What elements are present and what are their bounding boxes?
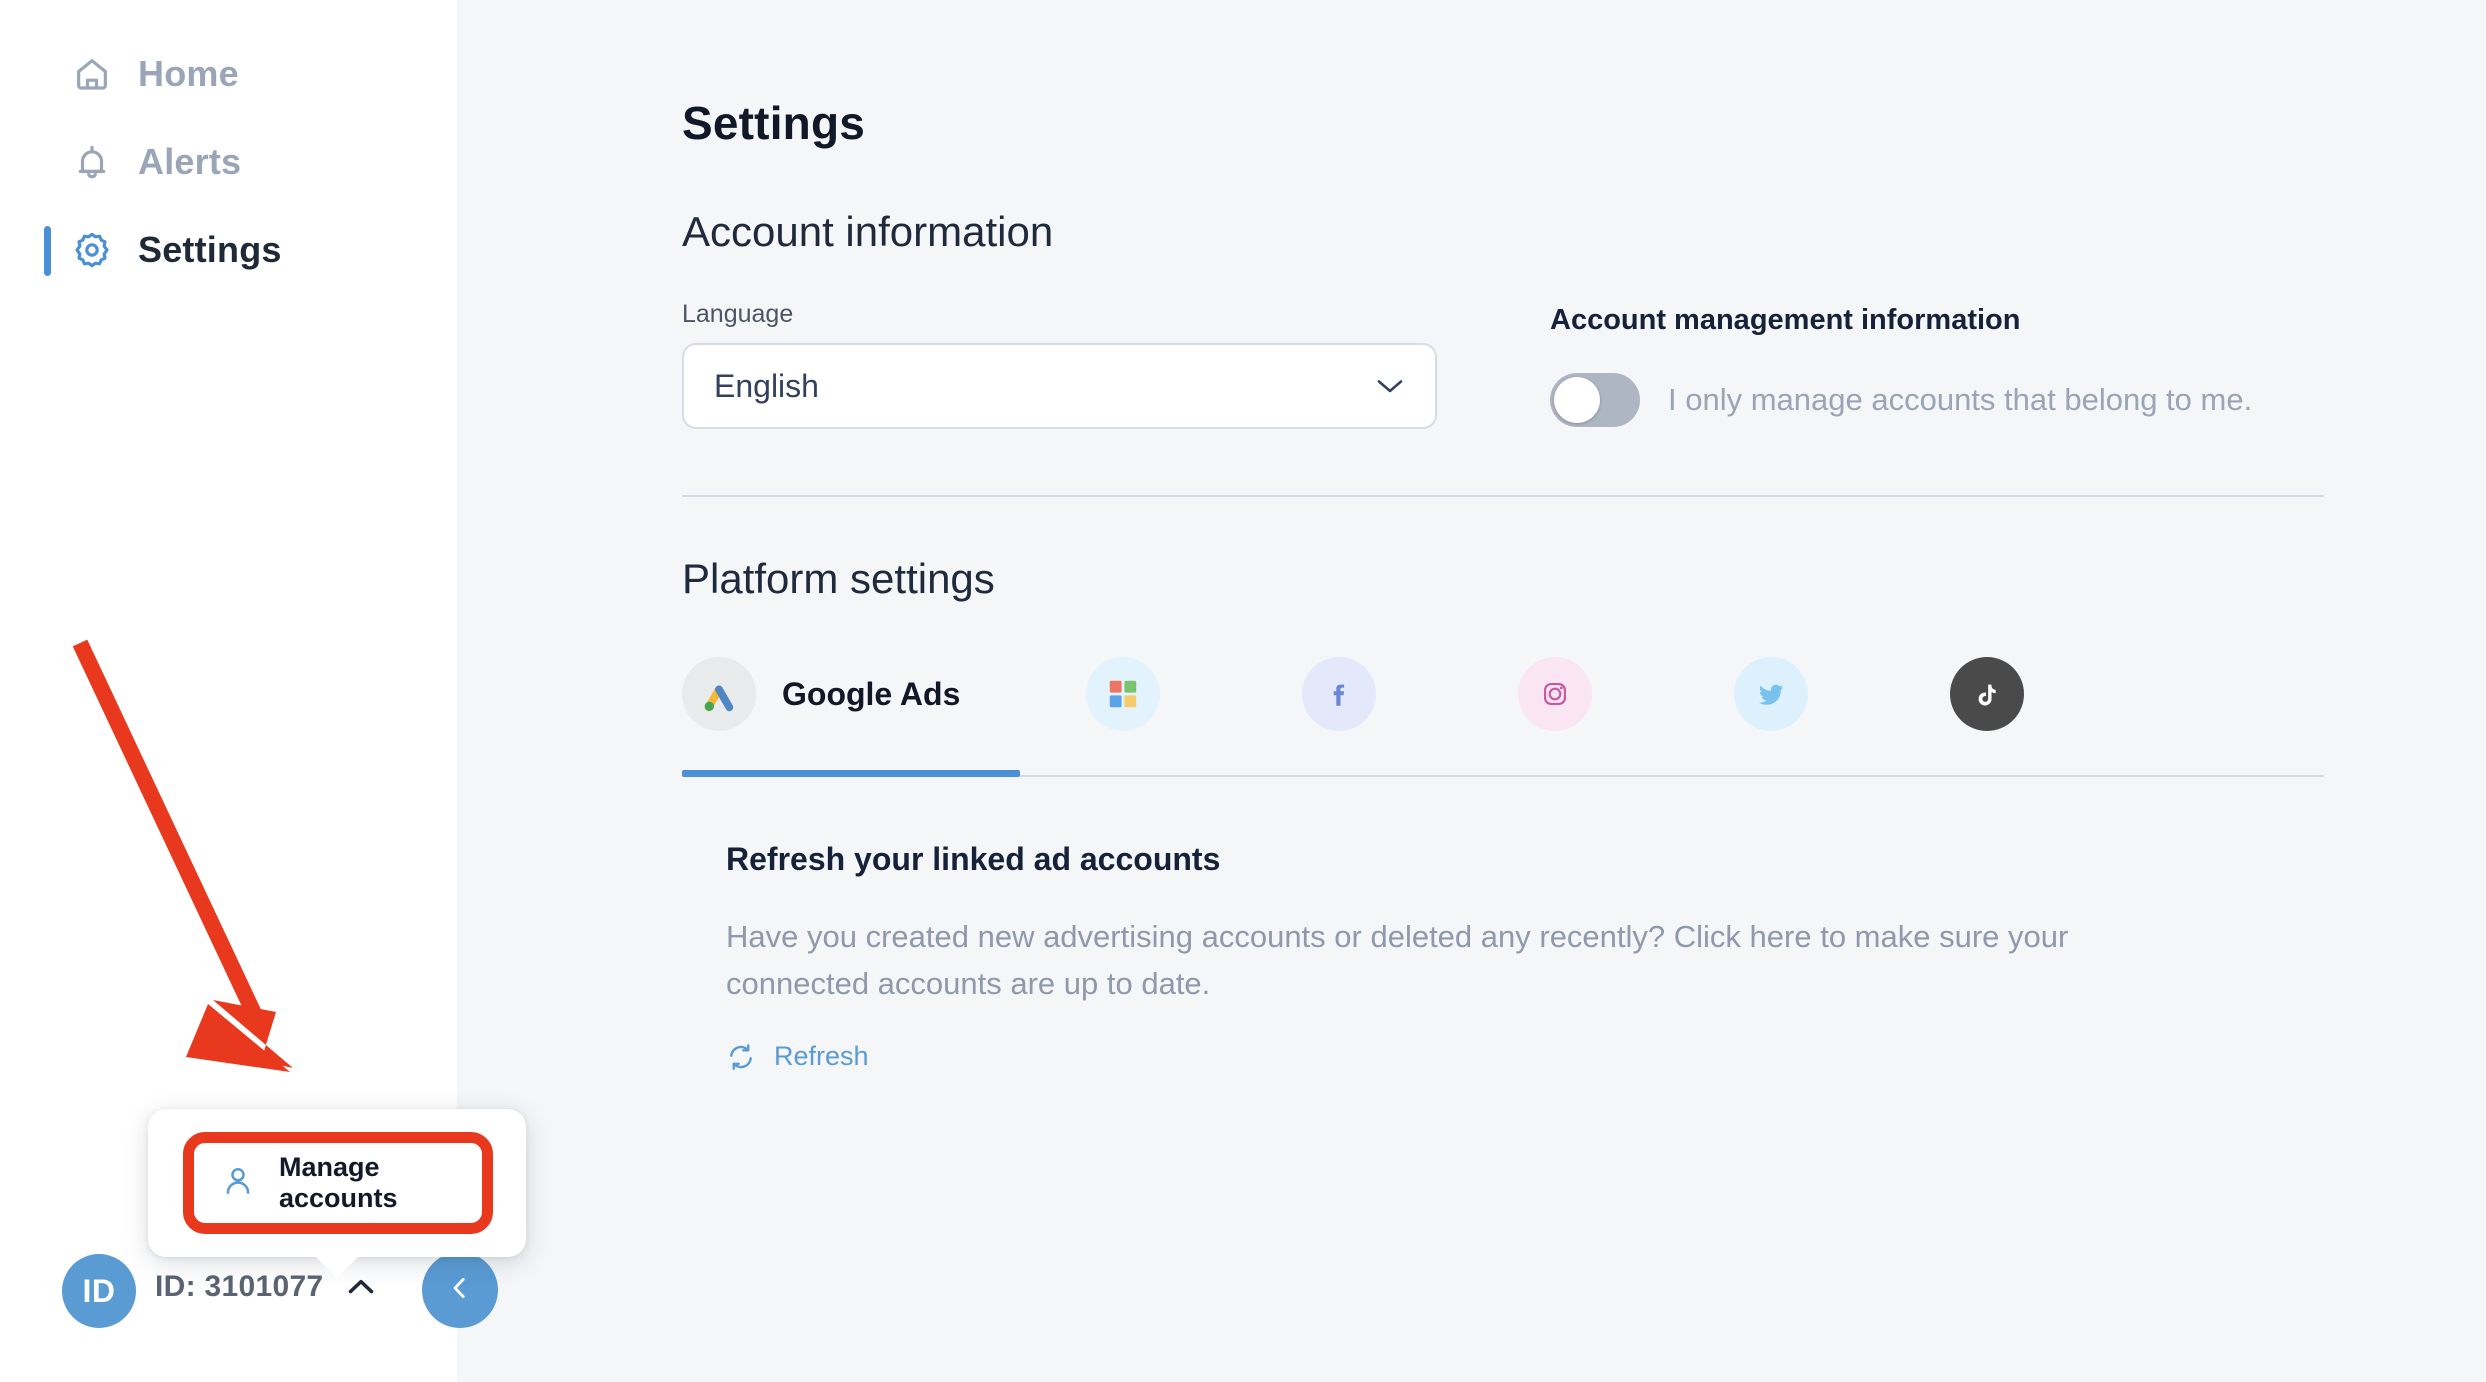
refresh-description: Have you created new advertising account… — [726, 919, 2069, 1001]
avatar[interactable]: ID — [62, 1254, 136, 1328]
sidebar-item-label: Settings — [138, 229, 282, 270]
refresh-icon — [726, 1042, 756, 1072]
settings-content: Settings Account information Language En… — [682, 0, 2324, 1077]
page-title: Settings — [682, 97, 866, 149]
section-divider — [682, 495, 2324, 497]
user-icon — [221, 1164, 255, 1202]
bell-icon — [72, 142, 112, 182]
twitter-icon — [1734, 657, 1808, 731]
chevron-up-icon — [347, 1277, 375, 1297]
sidebar-item-label: Alerts — [138, 141, 242, 182]
account-management-toggle-row: I only manage accounts that belong to me… — [1550, 373, 2252, 427]
language-field: Language English — [682, 300, 1437, 429]
collapse-sidebar-button[interactable] — [422, 1252, 498, 1328]
microsoft-ads-icon — [1086, 657, 1160, 731]
instagram-icon — [1518, 657, 1592, 731]
manage-accounts-label: Manage accounts — [279, 1152, 398, 1213]
account-information-heading: Account information — [682, 208, 1054, 255]
app-root: Home Alerts Settings Manage accounts ID … — [0, 0, 2486, 1382]
home-icon — [72, 54, 112, 94]
main-content: Settings Account information Language En… — [457, 0, 2486, 1382]
refresh-accounts-block: Refresh your linked ad accounts Have you… — [682, 841, 2324, 1077]
active-tab-indicator — [682, 770, 1020, 777]
tab-google-ads[interactable]: Google Ads — [682, 657, 960, 731]
sidebar-item-label: Home — [138, 53, 239, 94]
refresh-title: Refresh your linked ad accounts — [726, 841, 1221, 877]
tab-microsoft-ads[interactable] — [1086, 657, 1186, 731]
sidebar-item-home[interactable]: Home — [0, 30, 457, 118]
sidebar-item-settings[interactable]: Settings — [0, 206, 457, 294]
refresh-link-label: Refresh — [774, 1041, 869, 1071]
tab-label: Google Ads — [782, 675, 961, 712]
account-management-toggle-label: I only manage accounts that belong to me… — [1668, 382, 2253, 417]
gear-icon — [72, 230, 112, 270]
account-menu-popup: Manage accounts — [148, 1109, 526, 1278]
chevron-left-icon — [447, 1275, 473, 1306]
account-management-field: Account management information I only ma… — [1550, 300, 2252, 429]
chevron-down-icon — [1375, 377, 1405, 395]
account-management-toggle[interactable] — [1550, 373, 1640, 427]
platform-tabs: Google Ads — [682, 649, 2324, 777]
sidebar: Home Alerts Settings Manage accounts ID … — [0, 0, 526, 1382]
refresh-link[interactable]: Refresh — [726, 1041, 869, 1072]
tab-facebook[interactable] — [1302, 657, 1402, 731]
tab-twitter[interactable] — [1734, 657, 1834, 731]
platform-settings-heading: Platform settings — [682, 555, 995, 602]
language-select[interactable]: English — [682, 343, 1437, 429]
google-ads-icon — [682, 657, 756, 731]
account-information-row: Language English Account management info… — [682, 300, 2324, 429]
account-management-title: Account management information — [1550, 304, 2021, 336]
sidebar-nav: Home Alerts Settings — [0, 0, 457, 294]
sidebar-item-alerts[interactable]: Alerts — [0, 118, 457, 206]
tab-tiktok[interactable] — [1950, 657, 2050, 731]
tiktok-icon — [1950, 657, 2024, 731]
manage-accounts-menu-item[interactable]: Manage accounts — [183, 1132, 493, 1234]
account-id-text: ID: 3101077 — [155, 1270, 324, 1303]
toggle-knob — [1554, 377, 1600, 423]
language-label: Language — [682, 300, 794, 328]
language-select-value: English — [714, 367, 819, 404]
tab-instagram[interactable] — [1518, 657, 1618, 731]
facebook-icon — [1302, 657, 1376, 731]
